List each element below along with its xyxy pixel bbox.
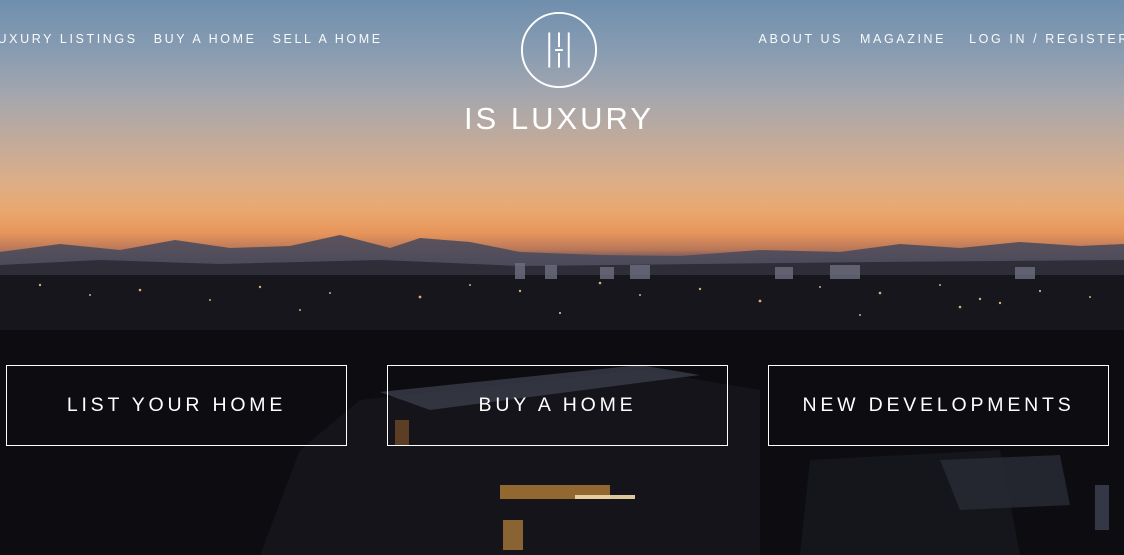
brand-name: IS LUXURY (463, 101, 655, 136)
brand-logo[interactable]: IS LUXURY (461, 11, 657, 134)
nav-luxury-listings[interactable]: LUXURY LISTINGS (0, 32, 138, 46)
nav-magazine[interactable]: MAGAZINE (860, 32, 946, 46)
nav-login-register[interactable]: LOG IN / REGISTER (969, 32, 1124, 46)
nav-right: ABOUT US MAGAZINE LOG IN / REGISTER (759, 32, 1124, 46)
nav-left: LUXURY LISTINGS BUY A HOME SELL A HOME (0, 32, 383, 46)
is-monogram-circle-icon (520, 11, 598, 89)
buy-a-home-button[interactable]: BUY A HOME (387, 365, 728, 446)
nav-about-us[interactable]: ABOUT US (759, 32, 843, 46)
nav-sell-a-home[interactable]: SELL A HOME (273, 32, 383, 46)
nav-buy-a-home[interactable]: BUY A HOME (154, 32, 257, 46)
new-developments-button[interactable]: NEW DEVELOPMENTS (768, 365, 1109, 446)
list-your-home-button[interactable]: LIST YOUR HOME (6, 365, 347, 446)
